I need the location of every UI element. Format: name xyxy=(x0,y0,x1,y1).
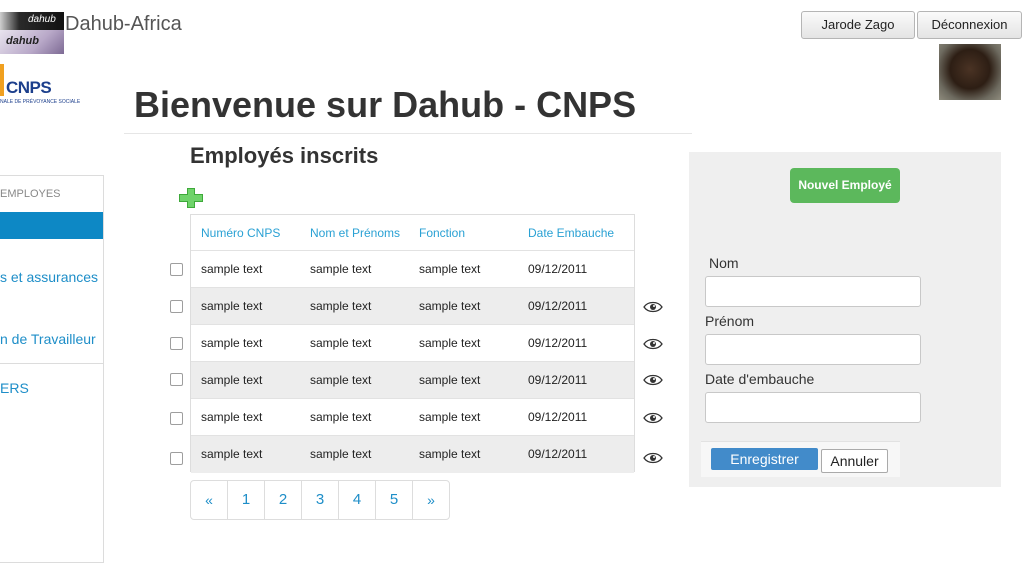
pagination-page-4[interactable]: 4 xyxy=(339,481,376,519)
sidebar-divider xyxy=(0,363,103,364)
cell: 09/12/2011 xyxy=(528,336,588,350)
cell: sample text xyxy=(201,410,263,424)
cell: sample text xyxy=(201,336,263,350)
cell: sample text xyxy=(310,336,372,350)
cell: sample text xyxy=(310,262,372,276)
save-button[interactable]: Enregistrer xyxy=(711,448,818,470)
cnps-logo: CNPS NALE DE PRÉVOYANCE SOCIALE xyxy=(0,64,80,108)
row-checkbox[interactable] xyxy=(170,452,183,465)
app-name: Dahub-Africa xyxy=(65,13,182,35)
table-row[interactable]: sample text sample text sample text 09/1… xyxy=(191,251,634,288)
pagination-page-5[interactable]: 5 xyxy=(376,481,413,519)
cell: sample text xyxy=(419,447,481,461)
eye-icon[interactable] xyxy=(643,412,663,424)
pagination-page-3[interactable]: 3 xyxy=(302,481,339,519)
cell: sample text xyxy=(201,373,263,387)
eye-icon[interactable] xyxy=(643,338,663,350)
table-row[interactable]: sample text sample text sample text 09/1… xyxy=(191,399,634,436)
row-checkbox[interactable] xyxy=(170,412,183,425)
col-header-nom[interactable]: Nom et Prénoms xyxy=(310,215,400,251)
eye-icon[interactable] xyxy=(643,452,663,464)
pagination: « 1 2 3 4 5 » xyxy=(190,480,450,520)
sidebar: EMPLOYES s et assurances n de Travailleu… xyxy=(0,175,104,563)
logout-button[interactable]: Déconnexion xyxy=(917,11,1022,39)
row-checkbox[interactable] xyxy=(170,373,183,386)
sidebar-item-ers[interactable]: ERS xyxy=(0,380,29,396)
new-employee-button[interactable]: Nouvel Employé xyxy=(790,168,900,203)
pagination-page-1[interactable]: 1 xyxy=(228,481,265,519)
table-row[interactable]: sample text sample text sample text 09/1… xyxy=(191,362,634,399)
date-embauche-label: Date d'embauche xyxy=(705,371,815,387)
eye-icon[interactable] xyxy=(643,374,663,386)
cell: sample text xyxy=(419,299,481,313)
dahub-logo: dahub dahub xyxy=(0,12,64,54)
cell: 09/12/2011 xyxy=(528,299,588,313)
cell: sample text xyxy=(201,262,263,276)
cell: 09/12/2011 xyxy=(528,262,588,276)
cell: 09/12/2011 xyxy=(528,410,588,424)
table-row[interactable]: sample text sample text sample text 09/1… xyxy=(191,436,634,473)
add-icon[interactable] xyxy=(178,187,204,209)
title-divider xyxy=(124,133,692,134)
pagination-next[interactable]: » xyxy=(413,481,449,519)
date-embauche-input[interactable] xyxy=(705,392,921,423)
sidebar-item-travailleur[interactable]: n de Travailleur xyxy=(0,331,96,347)
logo-text-top: dahub xyxy=(28,14,56,25)
cancel-button[interactable]: Annuler xyxy=(821,449,888,473)
row-checkbox[interactable] xyxy=(170,300,183,313)
employee-form-panel: Nouvel Employé Nom Prénom Date d'embauch… xyxy=(689,152,1001,487)
page-title: Bienvenue sur Dahub - CNPS xyxy=(134,84,637,125)
cnps-logo-subtitle: NALE DE PRÉVOYANCE SOCIALE xyxy=(0,99,81,105)
cell: sample text xyxy=(201,447,263,461)
logo-text-bottom: dahub xyxy=(6,35,39,47)
cnps-logo-text: CNPS xyxy=(6,78,52,97)
col-header-date[interactable]: Date Embauche xyxy=(528,215,614,251)
sidebar-heading: EMPLOYES xyxy=(0,188,61,200)
table-header: Numéro CNPS Nom et Prénoms Fonction Date… xyxy=(191,215,634,251)
cell: 09/12/2011 xyxy=(528,447,588,461)
employee-table: Numéro CNPS Nom et Prénoms Fonction Date… xyxy=(190,214,635,473)
cell: sample text xyxy=(310,410,372,424)
pagination-page-2[interactable]: 2 xyxy=(265,481,302,519)
avatar xyxy=(939,44,1001,100)
user-button[interactable]: Jarode Zago xyxy=(801,11,915,39)
cell: sample text xyxy=(310,299,372,313)
sidebar-item-active[interactable] xyxy=(0,212,103,239)
col-header-numero[interactable]: Numéro CNPS xyxy=(201,215,280,251)
cell: sample text xyxy=(419,262,481,276)
nom-input[interactable] xyxy=(705,276,921,307)
nom-label: Nom xyxy=(709,255,739,271)
eye-icon[interactable] xyxy=(643,301,663,313)
cell: sample text xyxy=(201,299,263,313)
prenom-label: Prénom xyxy=(705,313,755,329)
pagination-prev[interactable]: « xyxy=(191,481,228,519)
prenom-input[interactable] xyxy=(705,334,921,365)
cell: sample text xyxy=(310,373,372,387)
cell: sample text xyxy=(310,447,372,461)
row-checkbox[interactable] xyxy=(170,263,183,276)
cell: sample text xyxy=(419,373,481,387)
sidebar-item-assurances[interactable]: s et assurances xyxy=(0,269,98,285)
table-row[interactable]: sample text sample text sample text 09/1… xyxy=(191,325,634,362)
cell: sample text xyxy=(419,410,481,424)
row-checkbox[interactable] xyxy=(170,337,183,350)
col-header-fonction[interactable]: Fonction xyxy=(419,215,465,251)
section-title: Employés inscrits xyxy=(190,143,379,168)
cell: 09/12/2011 xyxy=(528,373,588,387)
cell: sample text xyxy=(419,336,481,350)
table-row[interactable]: sample text sample text sample text 09/1… xyxy=(191,288,634,325)
form-actions: Enregistrer Annuler xyxy=(701,441,900,477)
